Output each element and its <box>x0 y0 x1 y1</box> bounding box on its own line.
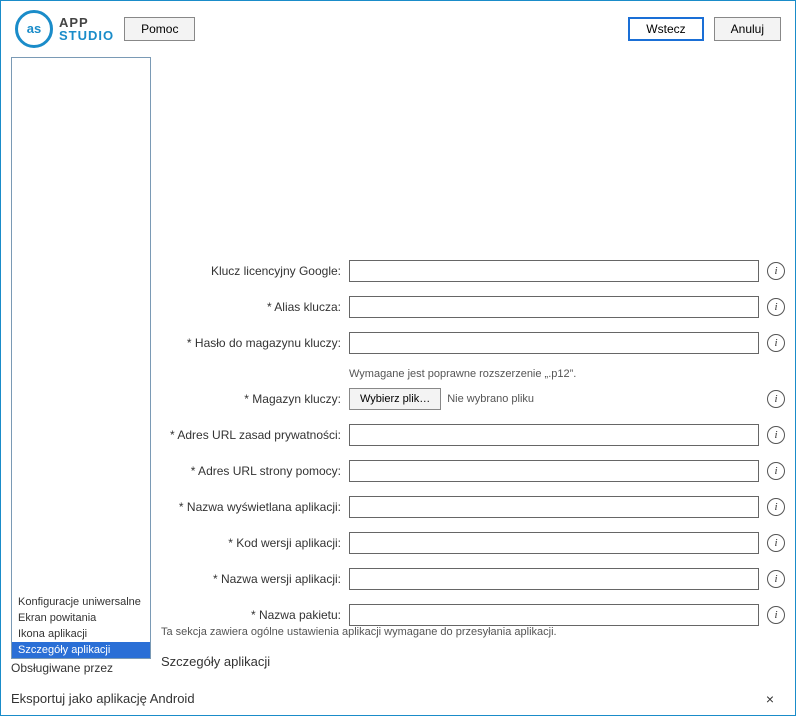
input-key-alias[interactable] <box>349 296 759 318</box>
input-display-name[interactable] <box>349 496 759 518</box>
sidebar-label: Obsługiwane przez <box>11 661 151 675</box>
label-key-alias: * Alias klucza: <box>161 300 341 314</box>
help-button[interactable]: Pomoc <box>124 17 195 41</box>
logo: as STUDIO APP <box>15 10 114 48</box>
info-icon[interactable]: i <box>767 534 785 552</box>
input-keystore-password[interactable] <box>349 332 759 354</box>
label-package-name: * Nazwa pakietu: <box>161 608 341 622</box>
label-keystore: * Magazyn kluczy: <box>161 392 341 406</box>
row-keystore-password: * Hasło do magazynu kluczy: i <box>161 332 785 354</box>
form: * Nazwa pakietu: i * Nazwa wersji aplika… <box>161 260 785 626</box>
sidebar: Obsługiwane przez Szczegóły aplikacji Ik… <box>11 57 151 675</box>
sidebar-item-splash[interactable]: Ekran powitania <box>12 610 150 626</box>
info-icon[interactable]: i <box>767 570 785 588</box>
row-privacy-url: * Adres URL zasad prywatności: i <box>161 424 785 446</box>
row-package-name: * Nazwa pakietu: i <box>161 604 785 626</box>
info-icon[interactable]: i <box>767 334 785 352</box>
row-help-url: * Adres URL strony pomocy: i <box>161 460 785 482</box>
logo-text: STUDIO APP <box>59 16 114 42</box>
info-icon[interactable]: i <box>767 606 785 624</box>
sidebar-item-app-icon[interactable]: Ikona aplikacji <box>12 626 150 642</box>
sidebar-item-universal-config[interactable]: Konfiguracje uniwersalne <box>12 594 150 610</box>
row-keystore: * Magazyn kluczy: Wybierz plik… Nie wybr… <box>161 388 785 410</box>
choose-file-button[interactable]: Wybierz plik… <box>349 388 441 410</box>
label-google-license-key: Klucz licencyjny Google: <box>161 264 341 278</box>
section-description: Ta sekcja zawiera ogólne ustawienia apli… <box>161 626 785 652</box>
dialog-body: Obsługiwane przez Szczegóły aplikacji Ik… <box>1 57 795 683</box>
input-google-license-key[interactable] <box>349 260 759 282</box>
titlebar: Eksportuj jako aplikację Android × <box>1 683 795 715</box>
sidebar-item-app-details[interactable]: Szczegóły aplikacji <box>12 642 150 658</box>
close-icon[interactable]: × <box>755 691 785 707</box>
input-package-name[interactable] <box>349 604 759 626</box>
row-version-code: * Kod wersji aplikacji: i <box>161 532 785 554</box>
sidebar-list: Szczegóły aplikacji Ikona aplikacji Ekra… <box>11 57 151 659</box>
main-panel: Szczegóły aplikacji Ta sekcja zawiera og… <box>161 57 785 675</box>
logo-badge-icon: as <box>15 10 53 48</box>
info-icon[interactable]: i <box>767 390 785 408</box>
label-help-url: * Adres URL strony pomocy: <box>161 464 341 478</box>
keystore-hint: Wymagane jest poprawne rozszerzenie „.p1… <box>161 368 785 380</box>
back-button[interactable]: Wstecz <box>628 17 703 41</box>
input-version-name[interactable] <box>349 568 759 590</box>
info-icon[interactable]: i <box>767 298 785 316</box>
label-display-name: * Nazwa wyświetlana aplikacji: <box>161 500 341 514</box>
input-help-url[interactable] <box>349 460 759 482</box>
row-version-name: * Nazwa wersji aplikacji: i <box>161 568 785 590</box>
label-privacy-url: * Adres URL zasad prywatności: <box>161 428 341 442</box>
label-version-code: * Kod wersji aplikacji: <box>161 536 341 550</box>
input-privacy-url[interactable] <box>349 424 759 446</box>
dialog-window: Eksportuj jako aplikację Android × Obsłu… <box>0 0 796 716</box>
row-key-alias: * Alias klucza: i <box>161 296 785 318</box>
row-display-name: * Nazwa wyświetlana aplikacji: i <box>161 496 785 518</box>
label-keystore-password: * Hasło do magazynu kluczy: <box>161 336 341 350</box>
section-title: Szczegóły aplikacji <box>161 652 785 675</box>
button-bar: as STUDIO APP Pomoc Wstecz Anuluj <box>1 1 795 57</box>
label-version-name: * Nazwa wersji aplikacji: <box>161 572 341 586</box>
window-title: Eksportuj jako aplikację Android <box>11 692 755 707</box>
file-status: Nie wybrano pliku <box>447 393 534 405</box>
input-version-code[interactable] <box>349 532 759 554</box>
row-google-license-key: Klucz licencyjny Google: i <box>161 260 785 282</box>
cancel-button[interactable]: Anuluj <box>714 17 781 41</box>
info-icon[interactable]: i <box>767 462 785 480</box>
info-icon[interactable]: i <box>767 426 785 444</box>
info-icon[interactable]: i <box>767 498 785 516</box>
info-icon[interactable]: i <box>767 262 785 280</box>
